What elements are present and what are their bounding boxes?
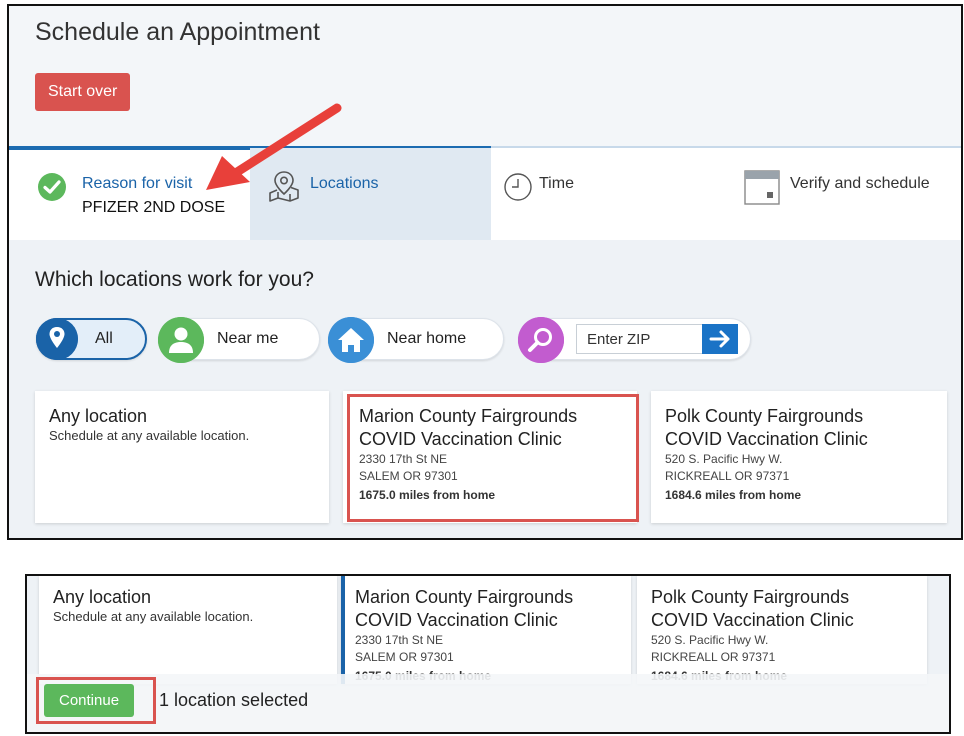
- location-address1: 2330 17th St NE: [359, 452, 448, 466]
- step-sub-value: PFIZER 2ND DOSE: [82, 199, 226, 216]
- location-distance: 1675.0 miles from home: [359, 488, 496, 502]
- location-address1: 2330 17th St NE: [355, 633, 444, 647]
- location-name-line1: Marion County Fairgrounds: [355, 587, 574, 607]
- filter-label: Near me: [217, 330, 279, 347]
- location-address1: 520 S. Pacific Hwy W.: [665, 452, 783, 466]
- calendar-icon: [744, 170, 780, 205]
- location-name-line2: COVID Vaccination Clinic: [665, 429, 868, 449]
- location-card-polk[interactable]: Polk County Fairgrounds COVID Vaccinatio…: [651, 391, 947, 523]
- location-card-any[interactable]: Any location Schedule at any available l…: [35, 391, 329, 523]
- locations-question: Which locations work for you?: [35, 268, 314, 291]
- zip-submit-button[interactable]: [702, 324, 738, 354]
- filter-all-button[interactable]: All: [36, 318, 147, 360]
- step-label: Reason for visit: [82, 175, 193, 192]
- location-name-line1: Polk County Fairgrounds: [665, 406, 864, 426]
- filter-label: Near home: [387, 330, 467, 347]
- continue-button[interactable]: Continue: [44, 684, 135, 717]
- step-label: Time: [539, 175, 574, 192]
- location-name-line1: Polk County Fairgrounds: [651, 587, 850, 607]
- step-verify-and-schedule: Verify and schedule: [731, 148, 961, 240]
- location-address1: 520 S. Pacific Hwy W.: [651, 633, 769, 647]
- location-name-line2: COVID Vaccination Clinic: [651, 610, 854, 630]
- location-name-line2: COVID Vaccination Clinic: [355, 610, 558, 630]
- location-name: Any location: [53, 587, 152, 607]
- location-name-line2: COVID Vaccination Clinic: [359, 429, 562, 449]
- location-icon: [36, 318, 78, 360]
- filter-label: All: [95, 330, 113, 347]
- location-address2: SALEM OR 97301: [355, 650, 454, 664]
- arrow-right-icon: [709, 330, 730, 348]
- filter-near-me-button[interactable]: Near me: [158, 317, 320, 363]
- zip-input[interactable]: [576, 324, 702, 354]
- location-name-line1: Marion County Fairgrounds: [359, 406, 578, 426]
- location-card-marion[interactable]: Marion County Fairgrounds COVID Vaccinat…: [343, 391, 637, 523]
- start-over-button[interactable]: Start over: [35, 73, 131, 111]
- location-card-marion-selected[interactable]: Marion County Fairgrounds COVID Vaccinat…: [341, 576, 631, 684]
- filter-zip-group: [518, 317, 751, 363]
- schedule-appointment-panel: Schedule an Appointment Start over Reaso…: [7, 4, 963, 540]
- location-description: Schedule at any available location.: [49, 428, 250, 443]
- location-address2: RICKREALL OR 97371: [665, 469, 790, 483]
- selection-footer: Continue 1 location selected: [27, 674, 949, 732]
- search-icon: [518, 317, 564, 363]
- selected-count: 1 location selected: [159, 690, 309, 710]
- location-address2: SALEM OR 97301: [359, 469, 458, 483]
- location-card-polk[interactable]: Polk County Fairgrounds COVID Vaccinatio…: [637, 576, 927, 684]
- home-icon: [328, 317, 374, 363]
- step-time: Time: [491, 148, 731, 240]
- step-progress: Reason for visit PFIZER 2ND DOSE Locatio…: [9, 146, 961, 240]
- step-label: Verify and schedule: [790, 175, 930, 192]
- location-card-any[interactable]: Any location Schedule at any available l…: [39, 576, 337, 684]
- location-selection-panel: Any location Schedule at any available l…: [25, 574, 951, 734]
- location-description: Schedule at any available location.: [53, 609, 254, 624]
- annotation-arrow-icon: [206, 103, 342, 190]
- header: Schedule an Appointment Start over: [9, 6, 961, 146]
- location-name: Any location: [49, 406, 148, 426]
- location-distance: 1684.6 miles from home: [665, 488, 802, 502]
- page-title: Schedule an Appointment: [35, 18, 320, 46]
- check-circle-icon: [38, 173, 66, 201]
- location-address2: RICKREALL OR 97371: [651, 650, 776, 664]
- filter-near-home-button[interactable]: Near home: [328, 317, 504, 363]
- clock-icon: [504, 173, 532, 201]
- person-icon: [158, 317, 204, 363]
